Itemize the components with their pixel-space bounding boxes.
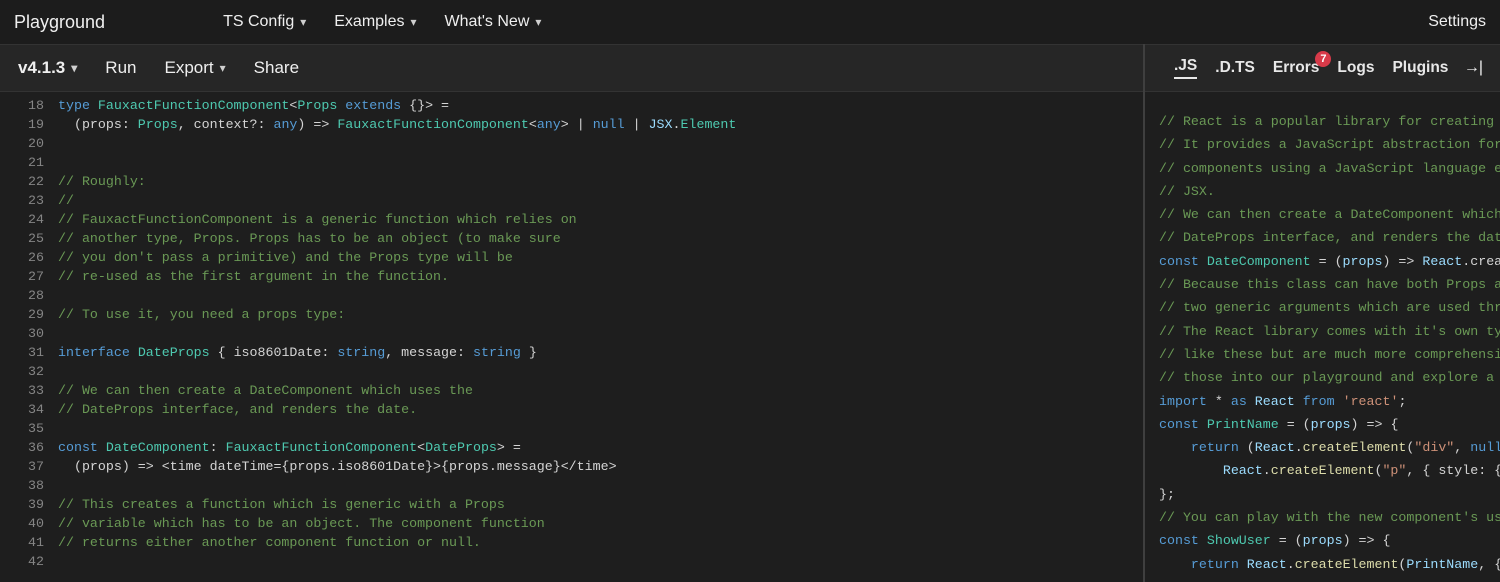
settings-button[interactable]: Settings bbox=[1428, 13, 1486, 31]
tab-js[interactable]: .JS bbox=[1174, 57, 1197, 79]
code-editor[interactable]: type FauxactFunctionComponent<Props exte… bbox=[58, 92, 736, 582]
tab-plugins[interactable]: Plugins bbox=[1392, 59, 1448, 77]
tab-logs[interactable]: Logs bbox=[1337, 59, 1374, 77]
output-code[interactable]: // React is a popular library for creati… bbox=[1145, 92, 1500, 576]
run-button[interactable]: Run bbox=[105, 58, 136, 78]
version-selector[interactable]: v4.1.3 bbox=[18, 58, 77, 78]
toolbar-left: v4.1.3 Run Export Share bbox=[18, 58, 299, 78]
errors-badge: 7 bbox=[1315, 51, 1331, 67]
editor-pane[interactable]: 1819202122232425262728293031323334353637… bbox=[0, 92, 1143, 582]
ts-config-menu[interactable]: TS Config bbox=[223, 13, 306, 31]
examples-menu[interactable]: Examples bbox=[334, 13, 416, 31]
output-tabs: .JS .D.TS Errors 7 Logs Plugins bbox=[1156, 44, 1500, 92]
pane-splitter[interactable] bbox=[1143, 44, 1145, 582]
whats-new-menu[interactable]: What's New bbox=[445, 13, 542, 31]
topbar-left: Playground TS Config Examples What's New bbox=[14, 12, 541, 33]
topbar: Playground TS Config Examples What's New… bbox=[0, 0, 1500, 44]
playground-title: Playground bbox=[14, 12, 105, 33]
tab-dts[interactable]: .D.TS bbox=[1215, 59, 1255, 77]
tab-errors-label: Errors bbox=[1273, 59, 1320, 76]
share-button[interactable]: Share bbox=[254, 58, 299, 78]
export-menu[interactable]: Export bbox=[164, 58, 225, 78]
output-pane: // React is a popular library for creati… bbox=[1145, 92, 1500, 582]
tab-errors[interactable]: Errors 7 bbox=[1273, 59, 1320, 77]
main: 1819202122232425262728293031323334353637… bbox=[0, 92, 1500, 582]
line-number-gutter: 1819202122232425262728293031323334353637… bbox=[0, 92, 58, 582]
